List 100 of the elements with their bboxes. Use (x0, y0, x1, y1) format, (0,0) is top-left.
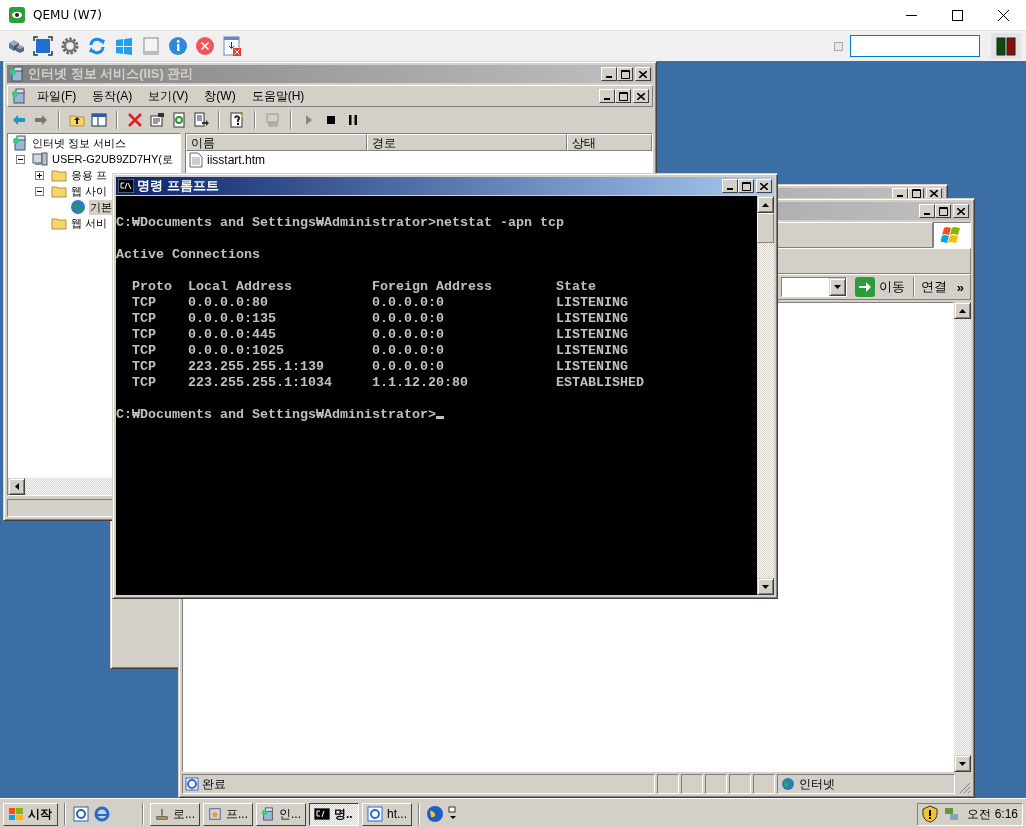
browser-icon[interactable] (93, 805, 111, 823)
scroll-up-button[interactable] (954, 302, 971, 319)
file-name[interactable]: iisstart.htm (207, 152, 265, 167)
window-title: 명령 프롬프트 (137, 177, 219, 195)
fullscreen-icon[interactable] (33, 36, 53, 56)
tree-item[interactable]: USER-G2UB9ZD7HY(로 (51, 151, 175, 167)
globe-icon[interactable] (426, 805, 444, 823)
collapse-toggle[interactable] (35, 186, 44, 196)
taskbar-button[interactable]: ht... (362, 802, 412, 826)
input-field[interactable] (850, 35, 980, 57)
shield-icon[interactable] (922, 805, 938, 823)
scroll-left-button[interactable] (8, 478, 25, 495)
maximize-button[interactable] (738, 179, 754, 193)
expand-toggle[interactable] (35, 170, 44, 180)
table-cell-text: TCP (132, 310, 157, 326)
tree-item[interactable]: 응용 프 (70, 167, 109, 183)
settings-icon[interactable] (60, 36, 80, 56)
close-button[interactable] (756, 179, 772, 193)
close-icon (957, 207, 965, 215)
tree-item[interactable]: 기본 (89, 199, 113, 215)
forward-arrow-icon[interactable] (33, 112, 49, 128)
properties-icon[interactable] (149, 112, 165, 128)
tool-icon (155, 806, 169, 822)
more-button[interactable]: » (952, 279, 968, 295)
close-button[interactable] (953, 204, 969, 218)
table-cell-text: 0.0.0.0:80 (188, 294, 269, 310)
console-line: C:₩Documents and Settings₩Administrator> (116, 406, 436, 422)
menu-item[interactable]: 보기(V) (142, 87, 195, 105)
minimize-button[interactable] (722, 179, 738, 193)
tree-item[interactable]: 웹 사이 (70, 183, 109, 199)
table-cell-text: TCP (132, 374, 157, 390)
menu-item[interactable]: 파일(F) (31, 87, 83, 105)
minimize-button[interactable] (919, 204, 935, 218)
checkbox-icon[interactable] (834, 41, 843, 51)
app-icon (9, 7, 25, 23)
table-cell-text: TCP (132, 358, 157, 374)
zone-text: 인터넷 (799, 775, 835, 793)
column-header: Proto (132, 278, 173, 294)
column-header: Foreign Address (372, 278, 493, 294)
refresh-icon[interactable] (171, 112, 187, 128)
collapse-toggle[interactable] (16, 154, 25, 164)
maximize-button[interactable] (617, 67, 633, 81)
scroll-down-button[interactable] (757, 578, 774, 595)
minimize-button[interactable] (601, 67, 617, 81)
help-icon[interactable] (229, 112, 245, 128)
info-icon[interactable] (168, 36, 188, 56)
minimize-button[interactable] (599, 89, 615, 103)
status-pane (705, 774, 727, 794)
status-pane (729, 774, 751, 794)
maximize-icon (741, 181, 751, 191)
scrollbar[interactable] (954, 302, 971, 772)
status-pane (681, 774, 703, 794)
column-header[interactable]: 경로 (367, 134, 567, 151)
taskbar-button[interactable]: 인... (256, 802, 306, 826)
table-cell-text: 0.0.0.0:135 (188, 310, 277, 326)
console-line: C:₩Documents and Settings₩Administrator>netstat -apn tcp (116, 214, 564, 230)
table-cell-text: 1.1.12.20:80 (372, 374, 469, 390)
maximize-icon (938, 206, 948, 216)
dropdown-button[interactable] (828, 278, 846, 296)
scrollbar[interactable] (757, 196, 774, 595)
minus-icon (18, 156, 23, 162)
folder-up-icon[interactable] (69, 112, 85, 128)
column-header[interactable]: 상태 (567, 134, 652, 151)
menu-item[interactable]: 창(W) (198, 87, 242, 105)
maximize-button[interactable] (615, 89, 631, 103)
delete-icon[interactable] (127, 112, 143, 128)
maximize-button[interactable] (935, 204, 951, 218)
globe-icon (781, 777, 795, 791)
resize-grip-icon[interactable] (957, 780, 971, 794)
tree-pane-icon[interactable] (91, 112, 107, 128)
tree-item[interactable]: 웹 서비 (70, 215, 109, 231)
server-stack-icon (261, 806, 275, 822)
status-pane (753, 774, 775, 794)
taskbar-button[interactable]: 명.. (309, 802, 359, 826)
scroll-thumb[interactable] (757, 213, 774, 243)
column-header[interactable]: 이름 (186, 134, 367, 151)
table-cell-text: ESTABLISHED (556, 374, 645, 390)
address-field[interactable] (780, 277, 847, 297)
go-button[interactable]: 이동 (850, 277, 909, 297)
menu-item[interactable]: 도움말(H) (245, 87, 311, 105)
scroll-up-button[interactable] (757, 196, 774, 213)
table-cell-text: 0.0.0.0:0 (372, 310, 445, 326)
desktop-icon[interactable] (72, 805, 90, 823)
export-list-icon[interactable] (193, 112, 209, 128)
taskbar-button[interactable]: 프... (203, 802, 253, 826)
refresh-icon[interactable] (87, 36, 107, 56)
start-button[interactable]: 시작 (3, 802, 58, 826)
scroll-down-button[interactable] (954, 755, 971, 772)
table-cell-text: LISTENING (556, 326, 629, 342)
menu-item[interactable]: 동작(A) (86, 87, 139, 105)
window-remove-icon[interactable] (222, 36, 242, 56)
setup-icon (208, 806, 222, 822)
folder-icon (51, 167, 67, 183)
close-button[interactable] (635, 67, 651, 81)
links-label: 연결 (919, 278, 948, 296)
taskbar-button[interactable]: 로... (150, 802, 200, 826)
folder-icon (51, 215, 67, 231)
close-button[interactable] (633, 89, 649, 103)
down-arrow-icon (762, 584, 769, 589)
tree-item[interactable]: 인터넷 정보 서비스 (31, 135, 128, 151)
